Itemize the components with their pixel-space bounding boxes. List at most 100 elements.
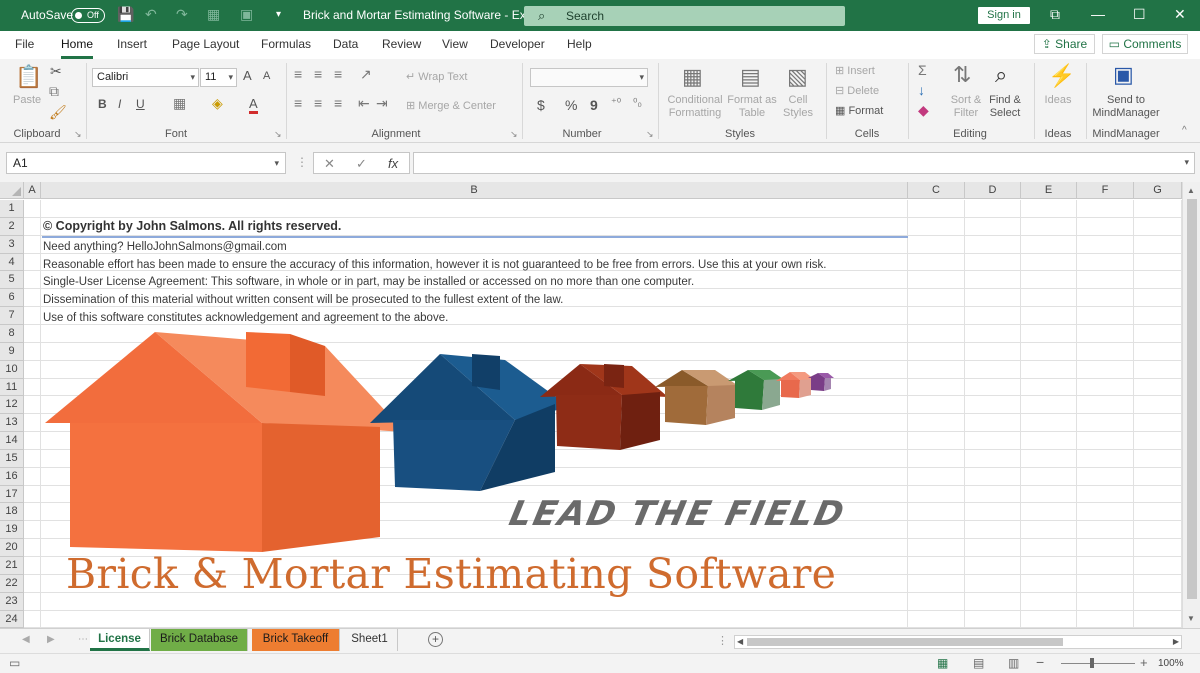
align-center-icon[interactable]: ≡ bbox=[314, 95, 322, 111]
font-name-select[interactable]: Calibri ▾ bbox=[92, 68, 199, 87]
more-sheets-icon[interactable]: ⋯ bbox=[78, 634, 88, 645]
tab-help[interactable]: Help bbox=[567, 37, 592, 51]
macro-recording-icon[interactable]: ▭ bbox=[9, 656, 20, 670]
bold-button[interactable]: B bbox=[98, 97, 107, 111]
increase-indent-icon[interactable]: ⇥ bbox=[376, 95, 388, 112]
tab-formulas[interactable]: Formulas bbox=[261, 37, 311, 51]
cancel-icon[interactable]: ✕ bbox=[324, 156, 335, 172]
scroll-left-icon[interactable]: ◀ bbox=[737, 637, 743, 646]
align-middle-icon[interactable]: ≡ bbox=[314, 66, 322, 82]
collapse-ribbon-icon[interactable]: ^ bbox=[1182, 125, 1187, 136]
autosave-toggle[interactable]: Off bbox=[71, 8, 105, 23]
number-format-select[interactable]: ▾ bbox=[530, 68, 648, 87]
tab-home[interactable]: Home bbox=[61, 37, 94, 59]
next-sheet-icon[interactable]: ▶ bbox=[47, 634, 55, 645]
ideas-button-label[interactable]: Ideas bbox=[1040, 94, 1076, 106]
drag-handle-icon[interactable]: ⋮ bbox=[296, 155, 308, 169]
align-right-icon[interactable]: ≡ bbox=[334, 95, 342, 111]
page-break-preview-icon[interactable]: ▥ bbox=[1008, 656, 1019, 670]
sort-filter-label-2[interactable]: Filter bbox=[946, 107, 986, 119]
customize-quick-access-icon[interactable]: ▾ bbox=[276, 9, 281, 20]
tab-view[interactable]: View bbox=[442, 37, 468, 51]
tab-developer[interactable]: Developer bbox=[490, 37, 545, 51]
currency-button[interactable]: $ bbox=[537, 97, 545, 113]
share-button[interactable]: ⇪ Share bbox=[1034, 34, 1095, 54]
send-to-mindmanager-label-1[interactable]: Send to bbox=[1092, 94, 1160, 106]
zoom-slider-track[interactable] bbox=[1061, 663, 1135, 664]
format-as-table-label-1[interactable]: Format as bbox=[725, 94, 779, 106]
paste-label[interactable]: Paste bbox=[13, 94, 41, 106]
tab-data[interactable]: Data bbox=[333, 37, 358, 51]
format-as-table-icon[interactable]: ▤ bbox=[740, 64, 761, 90]
font-size-select[interactable]: 11 ▾ bbox=[200, 68, 237, 87]
sheet-tab-license[interactable]: License bbox=[90, 629, 150, 651]
zoom-in-button[interactable]: + bbox=[1140, 655, 1148, 670]
send-to-mindmanager-label-2[interactable]: MindManager bbox=[1092, 107, 1160, 119]
clear-icon[interactable]: ◆ bbox=[918, 102, 929, 119]
scroll-up-icon[interactable]: ▲ bbox=[1187, 186, 1195, 195]
close-icon[interactable]: ✕ bbox=[1174, 6, 1186, 23]
form-icon[interactable]: ▦ bbox=[207, 6, 220, 23]
align-bottom-icon[interactable]: ≡ bbox=[334, 66, 342, 82]
percent-button[interactable]: % bbox=[565, 97, 577, 113]
mindmanager-icon[interactable]: ▣ bbox=[1113, 62, 1134, 88]
tab-file[interactable]: File bbox=[15, 37, 34, 51]
maximize-icon[interactable]: ☐ bbox=[1133, 6, 1146, 23]
shrink-font-button[interactable]: A bbox=[263, 70, 270, 82]
horizontal-scroll-thumb[interactable] bbox=[747, 638, 1063, 646]
cell-styles-label-1[interactable]: Cell bbox=[778, 94, 818, 106]
vertical-scrollbar[interactable]: ▲ ▼ bbox=[1182, 182, 1200, 628]
add-sheet-button[interactable]: + bbox=[428, 632, 443, 647]
zoom-level[interactable]: 100% bbox=[1158, 658, 1184, 669]
borders-icon[interactable]: ▦ bbox=[173, 95, 186, 112]
camera-icon[interactable]: ▣ bbox=[240, 6, 253, 23]
orientation-icon[interactable]: ↗ bbox=[360, 66, 372, 83]
font-color-icon[interactable]: A bbox=[249, 96, 258, 114]
formula-input[interactable]: ▾ bbox=[413, 152, 1195, 174]
undo-icon[interactable]: ↶ bbox=[145, 6, 157, 23]
previous-sheet-icon[interactable]: ◀ bbox=[22, 634, 30, 645]
grow-font-button[interactable]: A bbox=[243, 68, 252, 83]
scroll-right-icon[interactable]: ▶ bbox=[1173, 637, 1179, 646]
format-painter-icon[interactable]: 🖌 bbox=[49, 104, 67, 121]
expand-formula-bar-icon[interactable]: ▾ bbox=[1184, 157, 1189, 168]
increase-decimal-icon[interactable]: ⁺⁰ bbox=[611, 96, 621, 109]
copy-icon[interactable]: ⧉ bbox=[49, 83, 59, 100]
conditional-formatting-label-1[interactable]: Conditional bbox=[662, 94, 728, 106]
format-cells-button[interactable]: ▦ Format bbox=[835, 104, 883, 117]
tab-page-layout[interactable]: Page Layout bbox=[172, 37, 239, 51]
autosum-icon[interactable]: Σ bbox=[918, 62, 927, 78]
horizontal-scrollbar[interactable]: ◀ ▶ bbox=[734, 635, 1182, 649]
find-select-label-1[interactable]: Find & bbox=[984, 94, 1026, 106]
insert-function-icon[interactable]: fx bbox=[388, 156, 398, 171]
vertical-scroll-thumb[interactable] bbox=[1187, 199, 1197, 599]
paste-icon[interactable]: 📋 bbox=[15, 64, 42, 90]
insert-cells-button[interactable]: ⊞ Insert bbox=[835, 64, 875, 77]
merge-center-button[interactable]: ⊞ Merge & Center bbox=[406, 99, 496, 112]
italic-button[interactable]: I bbox=[118, 97, 121, 111]
normal-view-icon[interactable]: ▦ bbox=[937, 656, 948, 670]
find-select-icon[interactable]: ⌕ bbox=[995, 62, 1007, 88]
format-as-table-label-2[interactable]: Table bbox=[725, 107, 779, 119]
fill-color-icon[interactable]: ◈ bbox=[212, 95, 223, 112]
decrease-indent-icon[interactable]: ⇤ bbox=[358, 95, 370, 112]
align-left-icon[interactable]: ≡ bbox=[294, 95, 302, 111]
ribbon-display-options-icon[interactable]: ⧉ bbox=[1050, 6, 1060, 23]
find-select-label-2[interactable]: Select bbox=[984, 107, 1026, 119]
delete-cells-button[interactable]: ⊟ Delete bbox=[835, 84, 879, 97]
sort-filter-label-1[interactable]: Sort & bbox=[946, 94, 986, 106]
sort-filter-icon[interactable]: ⇅ bbox=[953, 62, 971, 88]
comments-button[interactable]: ▭ Comments bbox=[1102, 34, 1188, 54]
decrease-decimal-icon[interactable]: ⁰₀ bbox=[633, 96, 642, 109]
fill-icon[interactable]: ↓ bbox=[918, 82, 925, 98]
sheet-tab-brick-database[interactable]: Brick Database bbox=[151, 629, 248, 651]
underline-button[interactable]: U bbox=[136, 97, 145, 111]
tab-review[interactable]: Review bbox=[382, 37, 421, 51]
zoom-out-button[interactable]: − bbox=[1036, 654, 1044, 670]
alignment-launcher-icon[interactable]: ↘ bbox=[510, 129, 518, 140]
enter-icon[interactable]: ✓ bbox=[356, 156, 367, 172]
save-icon[interactable]: 💾 bbox=[117, 6, 134, 23]
font-launcher-icon[interactable]: ↘ bbox=[274, 129, 282, 140]
minimize-icon[interactable]: — bbox=[1091, 6, 1105, 22]
tab-insert[interactable]: Insert bbox=[117, 37, 147, 51]
